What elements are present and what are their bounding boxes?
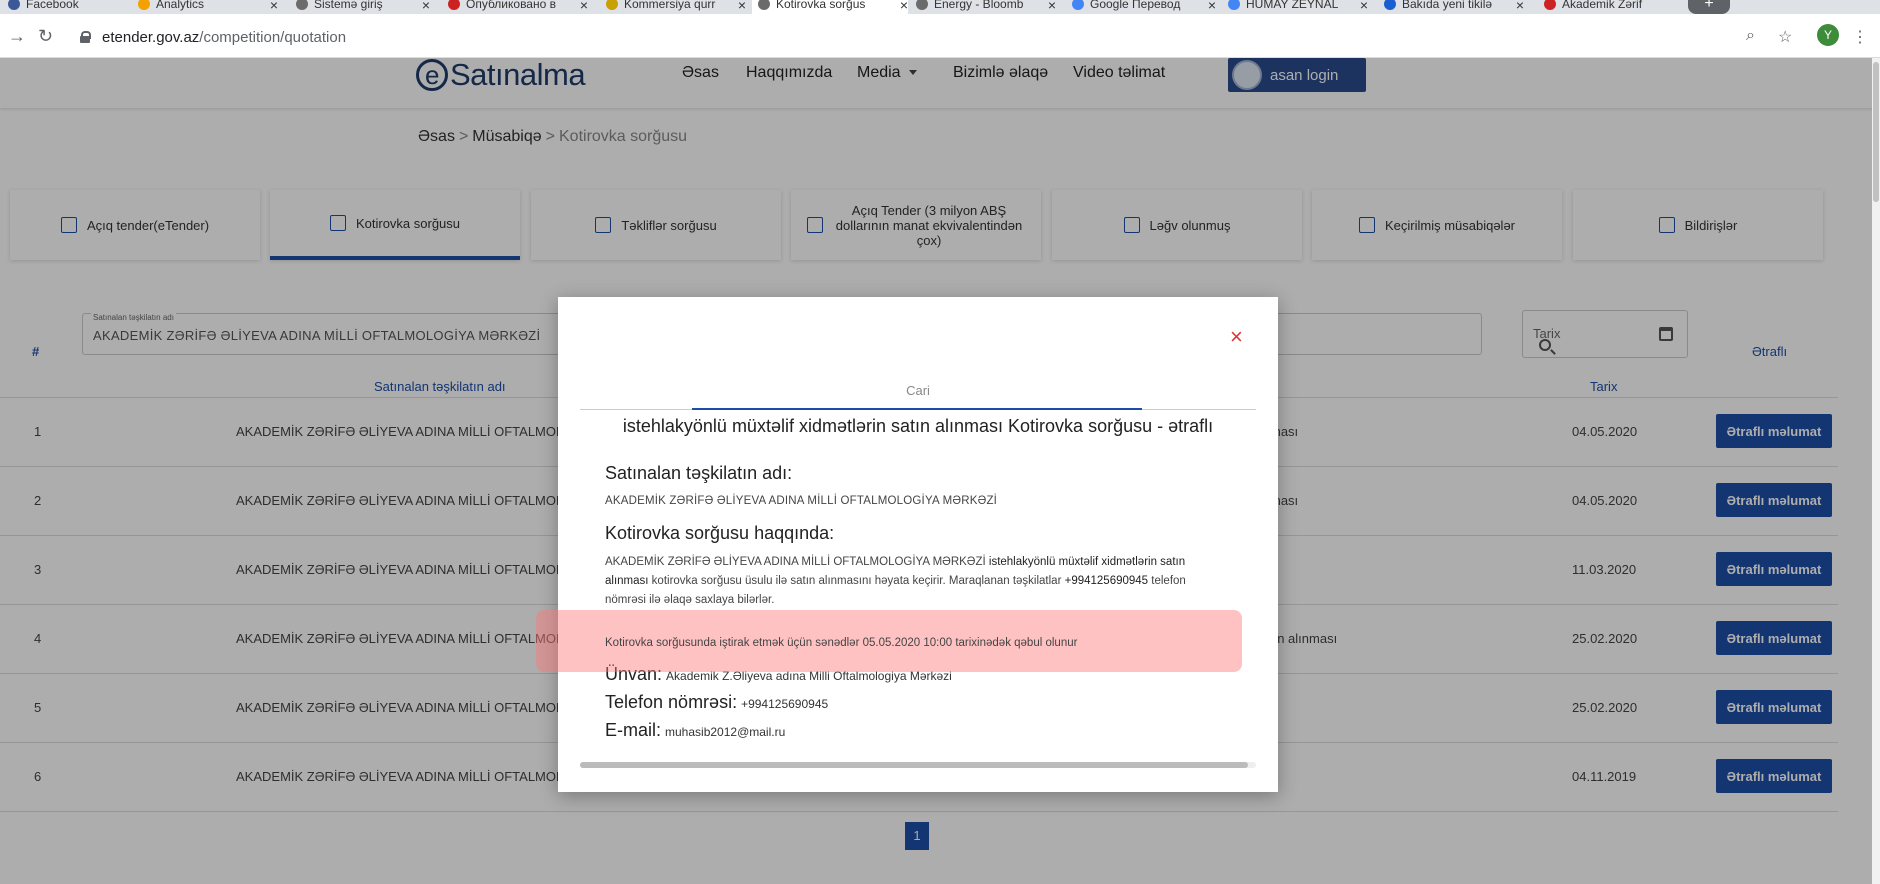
details-modal: × Cari istehlakyönlü müxtəlif xidmətləri… (558, 297, 1278, 792)
lock-icon (80, 31, 91, 43)
close-tab-icon[interactable]: × (270, 0, 278, 13)
tab-underline (580, 408, 1256, 410)
close-icon[interactable]: × (1230, 324, 1243, 350)
scrollbar-thumb[interactable] (1873, 62, 1879, 202)
close-tab-icon[interactable]: × (1208, 0, 1216, 13)
menu-dots-icon[interactable]: ⋮ (1852, 27, 1868, 47)
modal-hscrollbar[interactable] (580, 762, 1256, 768)
zoom-icon[interactable]: ⌕ (1746, 27, 1755, 45)
hscroll-thumb[interactable] (580, 762, 1248, 768)
close-tab-icon[interactable]: × (580, 0, 588, 13)
url-host: etender.gov.az (102, 28, 200, 46)
phone-line: Telefon nömrəsi: +994125690945 (605, 692, 829, 712)
tab-indicator (692, 408, 1142, 410)
google-translate-icon (1072, 0, 1084, 10)
close-tab-icon[interactable]: × (422, 0, 430, 13)
new-tab-button[interactable]: + (1688, 0, 1730, 14)
browser-tab[interactable]: Facebook (8, 0, 128, 14)
page-scrollbar[interactable] (1872, 58, 1880, 884)
browser-tab-strip: Facebook Analytics × Sistemə giriş × Опубл… (0, 0, 1880, 14)
close-tab-icon[interactable]: × (738, 0, 746, 13)
browser-tab[interactable]: Google Перевод × (1072, 0, 1216, 14)
browser-tab[interactable]: Akademik Zərif (1544, 0, 1684, 14)
site-icon (1544, 0, 1556, 10)
close-tab-icon[interactable]: × (1360, 0, 1368, 13)
browser-tab[interactable]: Analytics × (138, 0, 278, 14)
modal-title: istehlakyönlü müxtəlif xidmətlərin satın… (622, 416, 1214, 436)
bookmark-star-icon[interactable]: ☆ (1778, 27, 1792, 47)
email-value[interactable]: muhasib2012@mail.ru (665, 725, 785, 739)
site-icon (448, 0, 460, 10)
browser-tab[interactable]: Energy - Bloomb × (916, 0, 1056, 14)
browser-tab-active[interactable]: Kotirovka sorğus × (752, 0, 908, 14)
facebook-icon (8, 0, 20, 10)
site-icon (606, 0, 618, 10)
close-tab-icon[interactable]: × (1048, 0, 1056, 13)
url-field[interactable]: etender.gov.az/competition/quotation (80, 23, 1720, 51)
about-text: AKADEMİK ZƏRİFƏ ƏLİYEVA ADINA MİLLİ OFTA… (605, 556, 1186, 606)
deadline-text: Kotirovka sorğusunda iştirak etmək üçün … (605, 637, 1078, 649)
page: e Satınalma Əsas Haqqımızda Media Bizimlə… (0, 58, 1880, 884)
globe-icon (758, 0, 770, 10)
deadline-highlight: Kotirovka sorğusunda iştirak etmək üçün … (536, 610, 1242, 672)
close-tab-icon[interactable]: × (1516, 0, 1524, 13)
org-heading: Satınalan təşkilatın adı: (605, 463, 793, 483)
browser-tab[interactable]: HUMAY ZEYNAL × (1228, 0, 1368, 14)
analytics-icon (138, 0, 150, 10)
browser-tab[interactable]: Kommersiya qurr × (606, 0, 746, 14)
profile-avatar[interactable]: Y (1817, 24, 1839, 46)
forward-icon[interactable]: → (8, 26, 26, 47)
phone-value: +994125690945 (741, 697, 829, 711)
tab-current[interactable]: Cari (558, 383, 1278, 398)
reload-icon[interactable]: ↻ (38, 26, 53, 47)
google-icon (1228, 0, 1240, 10)
url-path: /competition/quotation (199, 28, 347, 46)
browser-tab[interactable]: Опубликовано в × (448, 0, 588, 14)
site-icon (1384, 0, 1396, 10)
email-line: E-mail: muhasib2012@mail.ru (605, 720, 786, 740)
browser-tab[interactable]: Sistemə giriş × (296, 0, 430, 14)
about-heading: Kotirovka sorğusu haqqında: (605, 523, 835, 543)
globe-icon (296, 0, 308, 10)
globe-icon (916, 0, 928, 10)
address-bar-row: → ↻ etender.gov.az/competition/quotation… (0, 14, 1880, 58)
browser-tab[interactable]: Bakıda yeni tikilə × (1384, 0, 1524, 14)
org-name: AKADEMİK ZƏRİFƏ ƏLİYEVA ADINA MİLLİ OFTA… (605, 495, 998, 507)
close-tab-icon[interactable]: × (900, 0, 908, 13)
